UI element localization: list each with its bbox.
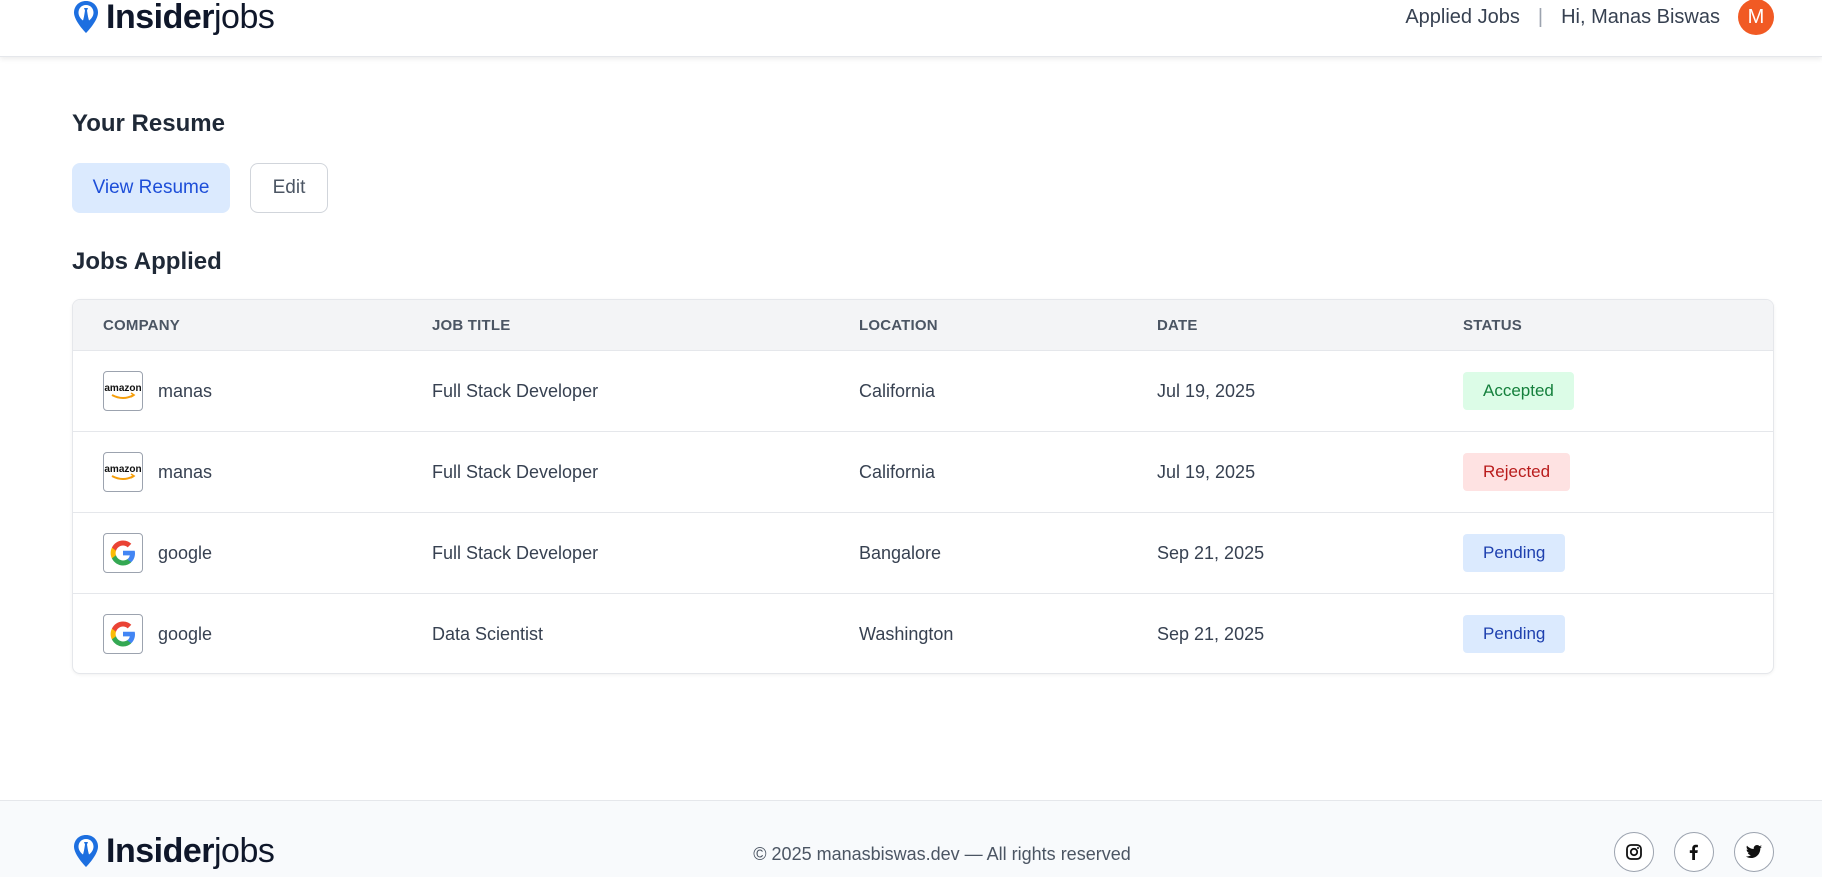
instagram-icon[interactable] [1614, 832, 1654, 872]
column-header-company: Company [103, 316, 180, 334]
table-row: amazon manas Full Stack Developer Califo… [73, 431, 1773, 512]
location-cell: Washington [859, 623, 954, 644]
status-cell: Pending [1463, 513, 1566, 593]
job-title-cell: Full Stack Developer [432, 542, 599, 563]
location-pin-icon [74, 1, 98, 33]
facebook-icon[interactable] [1674, 832, 1714, 872]
column-header-date: Date [1157, 316, 1198, 334]
job-title-cell: Full Stack Developer [432, 461, 599, 482]
user-nav: Applied Jobs | Hi, Manas Biswas M [1405, 0, 1774, 35]
job-title-cell: Full Stack Developer [432, 380, 599, 401]
company-cell: amazon manas [103, 432, 212, 512]
column-header-location: Location [859, 316, 938, 334]
company-name: google [158, 623, 213, 644]
brand-logo[interactable]: Insiderjobs [72, 0, 275, 36]
svg-text:amazon: amazon [104, 464, 141, 475]
status-cell: Pending [1463, 594, 1566, 673]
nav-separator: | [1537, 5, 1544, 28]
amazon-logo-icon: amazon [103, 371, 143, 411]
status-cell: Accepted [1463, 351, 1574, 431]
avatar[interactable]: M [1738, 0, 1774, 35]
google-logo-icon [103, 533, 143, 573]
location-cell: California [859, 380, 936, 401]
date-cell: Jul 19, 2025 [1157, 461, 1256, 482]
jobs-applied-title: Jobs Applied [72, 248, 222, 275]
status-cell: Rejected [1463, 432, 1571, 512]
company-cell: google [103, 513, 212, 593]
amazon-logo-icon: amazon [103, 452, 143, 492]
applied-jobs-link[interactable]: Applied Jobs [1405, 6, 1520, 29]
column-header-status: Status [1463, 316, 1522, 334]
company-cell: amazon manas [103, 351, 212, 431]
company-cell: google [103, 594, 213, 673]
status-badge: Pending [1463, 615, 1566, 653]
twitter-icon[interactable] [1734, 832, 1774, 872]
location-cell: Bangalore [859, 542, 942, 563]
footer: Insiderjobs © 2025 manasbiswas.dev — All… [0, 800, 1822, 877]
company-name: manas [158, 461, 213, 482]
table-row: google Full Stack Developer Bangalore Se… [73, 512, 1773, 593]
table-row: google Data Scientist Washington Sep 21,… [73, 593, 1773, 673]
jobs-table: Company Job Title Location Date Status a… [72, 299, 1774, 674]
table-header: Company Job Title Location Date Status [73, 300, 1773, 350]
brand-wordmark: Insiderjobs [106, 0, 275, 36]
status-badge: Rejected [1463, 453, 1571, 491]
social-links [1614, 832, 1774, 872]
location-cell: California [859, 461, 936, 482]
status-badge: Accepted [1463, 372, 1574, 410]
date-cell: Sep 21, 2025 [1157, 623, 1265, 644]
job-title-cell: Data Scientist [432, 623, 544, 644]
company-name: google [158, 542, 213, 563]
view-resume-button[interactable]: View Resume [72, 163, 230, 213]
edit-resume-button[interactable]: Edit [250, 163, 328, 213]
status-badge: Pending [1463, 534, 1566, 572]
svg-text:amazon: amazon [104, 383, 141, 394]
date-cell: Sep 21, 2025 [1157, 542, 1265, 563]
copyright-text: © 2025 manasbiswas.dev — All rights rese… [753, 844, 1131, 864]
column-header-job-title: Job Title [432, 316, 511, 334]
top-navbar: Insiderjobs Applied Jobs | Hi, Manas Bis… [0, 0, 1822, 57]
date-cell: Jul 19, 2025 [1157, 380, 1256, 401]
resume-section-title: Your Resume [72, 110, 225, 137]
google-logo-icon [103, 614, 143, 654]
user-greeting: Hi, Manas Biswas [1561, 5, 1720, 28]
table-row: amazon manas Full Stack Developer Califo… [73, 350, 1773, 431]
company-name: manas [158, 380, 213, 401]
